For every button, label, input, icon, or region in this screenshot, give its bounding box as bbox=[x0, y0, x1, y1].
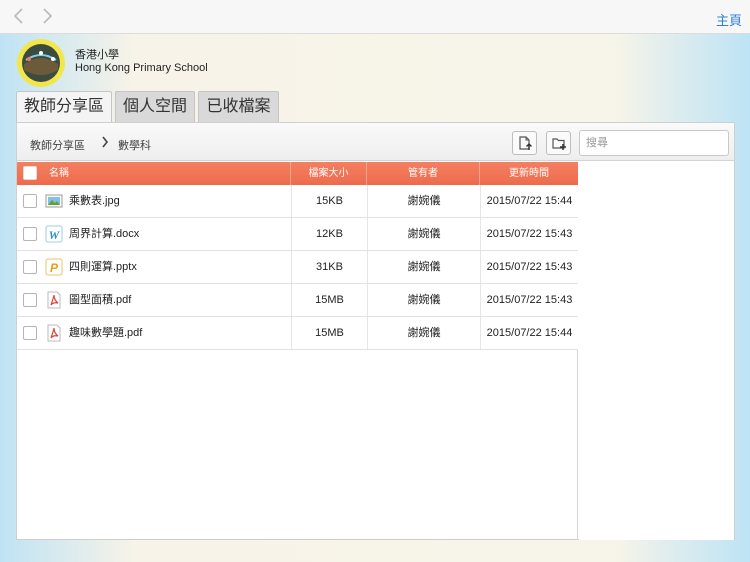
select-all-checkbox[interactable] bbox=[23, 166, 37, 180]
file-updated: 2015/07/22 15:44 bbox=[486, 327, 573, 339]
chevron-right-icon bbox=[40, 7, 56, 25]
file-updated: 2015/07/22 15:44 bbox=[486, 195, 573, 207]
file-size: 15MB bbox=[292, 284, 368, 316]
new-folder-button[interactable] bbox=[546, 131, 571, 155]
school-name-english: Hong Kong Primary School bbox=[75, 62, 208, 74]
file-owner: 謝婉儀 bbox=[368, 284, 481, 316]
header-owner[interactable]: 管有者 bbox=[367, 162, 480, 185]
upload-file-button[interactable] bbox=[512, 131, 537, 155]
back-button[interactable] bbox=[12, 7, 28, 25]
file-updated: 2015/07/22 15:43 bbox=[486, 294, 573, 306]
file-owner: 謝婉儀 bbox=[368, 218, 481, 250]
header-updated[interactable]: 更新時間 bbox=[480, 162, 578, 185]
breadcrumb-root[interactable]: 教師分享區 bbox=[30, 137, 85, 153]
file-owner: 謝婉儀 bbox=[368, 185, 481, 217]
header-name-label: 名稱 bbox=[49, 168, 69, 179]
table-header: 名稱 檔案大小 管有者 更新時間 bbox=[17, 162, 578, 185]
table-row[interactable]: 趣味數學題.pdf 15MB 謝婉儀 2015/07/22 15:44 bbox=[17, 317, 578, 350]
file-name[interactable]: 乘數表.jpg bbox=[17, 185, 292, 217]
tab-teacher-share[interactable]: 教師分享區 bbox=[16, 91, 112, 124]
file-name[interactable]: 周界計算.docx bbox=[17, 218, 292, 250]
table-row[interactable]: 圖型面積.pdf 15MB 謝婉儀 2015/07/22 15:43 bbox=[17, 284, 578, 317]
file-panel: 教師分享區 數學科 搜尋 名稱 檔案大小 管有者 更新時間 乘數表.jpg 15… bbox=[16, 122, 735, 540]
header-name[interactable]: 名稱 bbox=[17, 162, 291, 185]
file-size: 12KB bbox=[292, 218, 368, 250]
home-link[interactable]: 主頁 bbox=[716, 10, 742, 29]
tab-received-files[interactable]: 已收檔案 bbox=[198, 91, 279, 123]
file-name[interactable]: 圖型面積.pdf bbox=[17, 284, 292, 316]
search-input[interactable] bbox=[579, 130, 729, 156]
breadcrumb-chevron-icon bbox=[101, 136, 109, 151]
file-size: 31KB bbox=[292, 251, 368, 283]
file-table: 名稱 檔案大小 管有者 更新時間 乘數表.jpg 15KB 謝婉儀 2015/0… bbox=[17, 162, 578, 540]
table-row[interactable]: P 四則運算.pptx 31KB 謝婉儀 2015/07/22 15:43 bbox=[17, 251, 578, 284]
chevron-left-icon bbox=[12, 7, 28, 25]
table-row[interactable]: 乘數表.jpg 15KB 謝婉儀 2015/07/22 15:44 bbox=[17, 185, 578, 218]
top-bar: 主頁 bbox=[0, 0, 750, 34]
tab-personal-space[interactable]: 個人空間 bbox=[115, 91, 195, 123]
file-size: 15KB bbox=[292, 185, 368, 217]
file-owner: 謝婉儀 bbox=[368, 251, 481, 283]
file-name[interactable]: 四則運算.pptx bbox=[17, 251, 292, 283]
file-updated: 2015/07/22 15:43 bbox=[486, 261, 573, 273]
table-row[interactable]: W 周界計算.docx 12KB 謝婉儀 2015/07/22 15:43 bbox=[17, 218, 578, 251]
file-owner: 謝婉儀 bbox=[368, 317, 481, 349]
forward-button[interactable] bbox=[40, 7, 56, 25]
file-size: 15MB bbox=[292, 317, 368, 349]
file-updated: 2015/07/22 15:43 bbox=[486, 228, 573, 240]
file-name[interactable]: 趣味數學題.pdf bbox=[17, 317, 292, 349]
school-name-chinese: 香港小學 bbox=[75, 49, 119, 61]
breadcrumb-current: 數學科 bbox=[118, 140, 151, 152]
school-logo-icon bbox=[16, 38, 66, 88]
preview-pane bbox=[579, 162, 734, 540]
toolbar: 教師分享區 數學科 bbox=[17, 123, 734, 161]
header-size[interactable]: 檔案大小 bbox=[291, 162, 367, 185]
